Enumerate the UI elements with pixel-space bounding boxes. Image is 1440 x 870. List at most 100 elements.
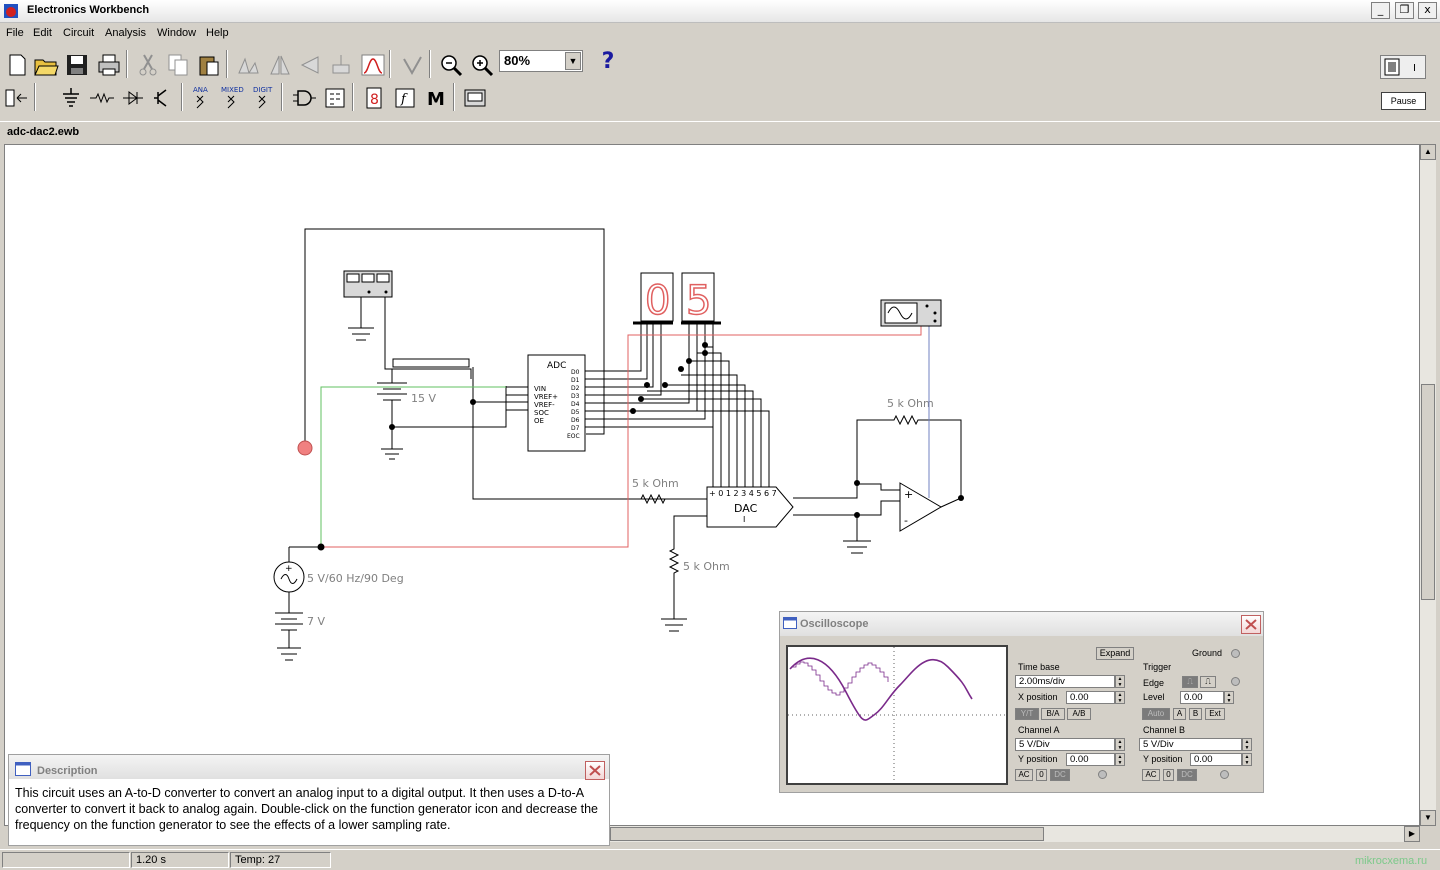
resistor-r3[interactable]: [661, 515, 707, 632]
digital-bin-icon[interactable]: [320, 83, 348, 111]
expand-button[interactable]: Expand: [1096, 647, 1134, 660]
channel-a-dc-button[interactable]: DC: [1050, 769, 1070, 781]
component-properties-icon[interactable]: [397, 50, 425, 78]
mixed-ics-bin-icon[interactable]: MIXED: [219, 83, 247, 111]
trigger-ext-button[interactable]: Ext: [1205, 708, 1225, 720]
close-button[interactable]: x: [1418, 2, 1437, 19]
scroll-up-icon[interactable]: ▲: [1420, 144, 1436, 160]
zoom-out-icon[interactable]: [436, 50, 464, 78]
menu-help[interactable]: Help: [206, 27, 229, 39]
flip-horizontal-icon[interactable]: [265, 50, 293, 78]
trigger-a-button[interactable]: A: [1173, 708, 1186, 720]
menu-window[interactable]: Window: [157, 27, 196, 39]
channel-b-ypos-field[interactable]: 0.00: [1190, 753, 1242, 766]
oscilloscope-instrument-icon[interactable]: [880, 299, 942, 327]
zoom-in-icon[interactable]: [467, 50, 495, 78]
scroll-right-icon[interactable]: ▶: [1404, 826, 1420, 842]
channel-b-scale-field[interactable]: 5 V/Div: [1139, 738, 1242, 751]
x-position-field[interactable]: 0.00: [1066, 691, 1115, 704]
dac-chip[interactable]: + 0 1 2 3 4 5 6 7 DAC I: [706, 486, 794, 528]
flip-vertical-icon[interactable]: [295, 50, 323, 78]
graph-icon[interactable]: [358, 50, 386, 78]
horizontal-scrollbar[interactable]: ▶: [610, 826, 1420, 842]
channel-a-ypos-field[interactable]: 0.00: [1066, 753, 1115, 766]
instruments-bin-icon[interactable]: [460, 83, 488, 111]
resistor-r2-label: 5 k Ohm: [887, 397, 934, 410]
minimize-button[interactable]: _: [1371, 2, 1390, 19]
digital-ics-bin-icon[interactable]: DIGIT: [250, 83, 278, 111]
channel-b-scale-spinner[interactable]: ▲ ▼: [1242, 738, 1252, 751]
cut-icon[interactable]: [133, 50, 161, 78]
menu-analysis[interactable]: Analysis: [105, 27, 146, 39]
channel-a-terminal-icon[interactable]: [1098, 770, 1107, 779]
battery-7v[interactable]: [275, 592, 303, 661]
channel-b-ac-button[interactable]: AC: [1142, 769, 1160, 781]
mode-ab-button[interactable]: A/B: [1067, 708, 1091, 720]
subcircuit-icon[interactable]: [326, 50, 354, 78]
print-icon[interactable]: [94, 50, 122, 78]
time-base-field[interactable]: 2.00ms/div: [1015, 675, 1115, 688]
oscilloscope-close-icon[interactable]: [1241, 615, 1261, 634]
menu-circuit[interactable]: Circuit: [63, 27, 94, 39]
trigger-auto-button[interactable]: Auto: [1142, 708, 1170, 720]
vertical-scrollbar[interactable]: ▲ ▼: [1420, 144, 1436, 826]
oscilloscope-window[interactable]: Oscilloscope Expand Ground Time base 2.0…: [779, 611, 1264, 793]
scroll-down-icon[interactable]: ▼: [1420, 810, 1436, 826]
pause-button[interactable]: Pause: [1381, 92, 1426, 110]
channel-a-scale-field[interactable]: 5 V/Div: [1015, 738, 1115, 751]
falling-edge-icon[interactable]: ⎍: [1200, 676, 1216, 688]
time-base-spinner[interactable]: ▲ ▼: [1115, 675, 1125, 688]
vertical-scroll-thumb[interactable]: [1421, 384, 1435, 600]
description-close-icon[interactable]: [585, 761, 605, 780]
new-file-icon[interactable]: [2, 50, 30, 78]
channel-a-ypos-spinner[interactable]: ▲ ▼: [1115, 753, 1125, 766]
word-generator-instrument[interactable]: [343, 270, 393, 298]
op-amp[interactable]: + -: [899, 482, 942, 532]
help-button[interactable]: ?: [595, 49, 621, 75]
channel-a-scale-spinner[interactable]: ▲ ▼: [1115, 738, 1125, 751]
description-window[interactable]: Description This circuit uses an A-to-D …: [8, 754, 610, 846]
open-folder-icon[interactable]: [31, 50, 59, 78]
channel-a-ac-button[interactable]: AC: [1015, 769, 1033, 781]
ground-terminal-icon[interactable]: [1231, 649, 1240, 658]
function-generator[interactable]: +: [273, 561, 305, 593]
rotate-icon[interactable]: [233, 50, 261, 78]
connector-dot[interactable]: [297, 440, 313, 456]
mode-ba-button[interactable]: B/A: [1041, 708, 1065, 720]
level-field[interactable]: 0.00: [1180, 691, 1224, 704]
basic-bin-icon[interactable]: [87, 83, 115, 111]
transistors-bin-icon[interactable]: [149, 83, 177, 111]
favorites-bin-icon[interactable]: [2, 83, 30, 111]
controls-bin-icon[interactable]: f: [390, 83, 418, 111]
trigger-b-button[interactable]: B: [1189, 708, 1202, 720]
description-title-bar[interactable]: Description: [9, 755, 609, 780]
horizontal-scroll-thumb[interactable]: [610, 827, 1044, 841]
analog-ics-bin-icon[interactable]: ANA: [188, 83, 216, 111]
channel-a-zero-button[interactable]: 0: [1036, 769, 1047, 781]
sources-bin-icon[interactable]: [56, 83, 84, 111]
indicators-bin-icon[interactable]: 8: [359, 83, 387, 111]
channel-b-terminal-icon[interactable]: [1220, 770, 1229, 779]
channel-b-zero-button[interactable]: 0: [1163, 769, 1174, 781]
copy-icon[interactable]: [163, 50, 191, 78]
zoom-select[interactable]: 80% ▼: [499, 50, 583, 72]
restore-button[interactable]: ❐: [1395, 2, 1414, 19]
chevron-down-icon[interactable]: ▼: [565, 52, 581, 70]
diodes-bin-icon[interactable]: [118, 83, 146, 111]
x-position-spinner[interactable]: ▲ ▼: [1115, 691, 1125, 704]
oscilloscope-title-bar[interactable]: Oscilloscope: [780, 612, 1263, 636]
adc-chip[interactable]: ADC VIN VREF+ VREF- SOC OE D0 D1 D2 D3 D…: [527, 354, 586, 452]
logic-gates-bin-icon[interactable]: [289, 83, 317, 111]
menu-file[interactable]: File: [6, 27, 24, 39]
power-switch[interactable]: I: [1380, 55, 1426, 79]
mode-yt-button[interactable]: Y/T: [1015, 708, 1039, 720]
paste-icon[interactable]: [194, 50, 222, 78]
menu-edit[interactable]: Edit: [33, 27, 52, 39]
level-spinner[interactable]: ▲ ▼: [1224, 691, 1234, 704]
trigger-ext-terminal-icon[interactable]: [1231, 677, 1240, 686]
miscellaneous-bin-icon[interactable]: M: [421, 83, 449, 111]
rising-edge-icon[interactable]: ⎍: [1182, 676, 1198, 688]
save-icon[interactable]: [62, 50, 90, 78]
channel-b-dc-button[interactable]: DC: [1177, 769, 1197, 781]
channel-b-ypos-spinner[interactable]: ▲ ▼: [1242, 753, 1252, 766]
